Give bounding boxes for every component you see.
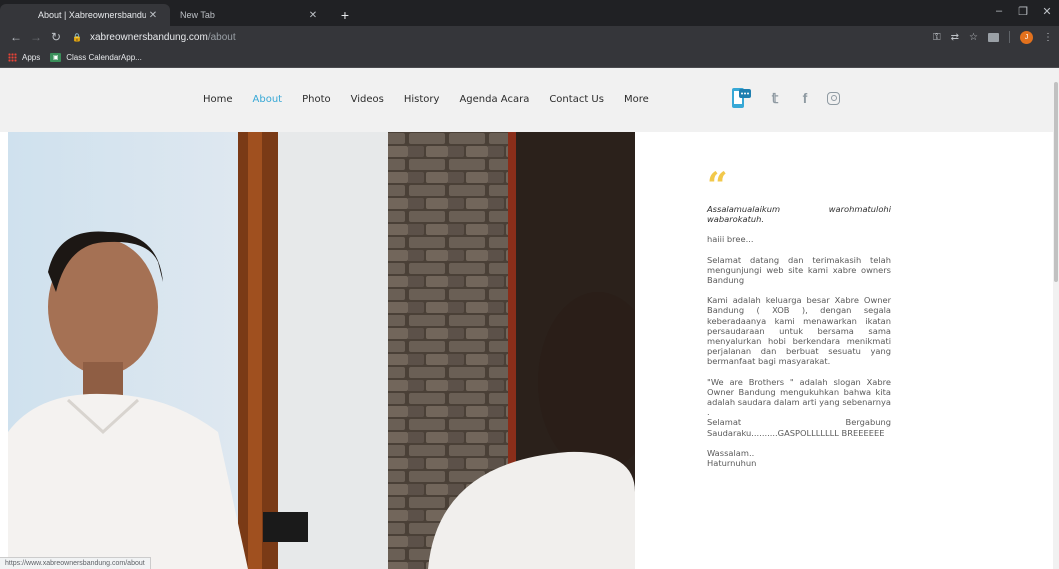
browser-tab-strip: About | Xabreownersbandung ✕ New Tab ✕ +… (0, 0, 1059, 26)
close-window-icon[interactable]: ✕ (1035, 0, 1059, 22)
bookmark-label: Apps (22, 53, 41, 62)
nav-about[interactable]: About (253, 94, 283, 105)
tab-title: About | Xabreownersbandung (38, 10, 146, 20)
twitter-icon[interactable]: 𝕥 (767, 90, 783, 107)
calendar-icon: ▣ (50, 53, 62, 62)
status-bar-url: https://www.xabreownersbandung.com/about (0, 557, 151, 569)
tab-about[interactable]: About | Xabreownersbandung ✕ (0, 4, 170, 26)
about-paragraph: "We are Brothers " adalah slogan Xabre O… (707, 377, 891, 438)
translate-icon[interactable]: ⇄ (951, 32, 959, 43)
bookmark-class-calendar[interactable]: ▣ Class CalendarApp... (50, 53, 142, 62)
scrollbar-thumb[interactable] (1054, 82, 1058, 282)
tab-title: New Tab (180, 10, 215, 20)
nav-photo[interactable]: Photo (302, 94, 331, 105)
lock-icon: 🔒 (72, 32, 82, 42)
nav-videos[interactable]: Videos (351, 94, 384, 105)
menu-icon[interactable]: ⋮ (1043, 32, 1053, 43)
back-icon[interactable]: ← (6, 30, 26, 44)
bookmarks-bar: Apps ▣ Class CalendarApp... (0, 48, 1059, 68)
address-path: /about (207, 31, 236, 43)
phone-app-icon[interactable] (729, 86, 753, 110)
address-host: xabreownersbandung.com (89, 31, 208, 43)
welcome-text: Selamat Bergabung Saudaraku..........GAS… (707, 417, 891, 438)
slogan-text: "We are Brothers " adalah slogan Xabre O… (707, 376, 891, 418)
apps-grid-icon (8, 53, 17, 62)
close-tab-icon[interactable]: ✕ (306, 10, 320, 21)
close-tab-icon[interactable]: ✕ (146, 10, 160, 21)
about-paragraph: haiii bree... (707, 234, 754, 245)
instagram-icon[interactable] (827, 91, 840, 105)
extension-icon[interactable] (988, 32, 999, 42)
page-scrollbar[interactable] (1053, 68, 1059, 569)
site-header: Home About Photo Videos History Agenda A… (0, 68, 1059, 132)
bookmark-apps[interactable]: Apps (8, 53, 40, 62)
site-navigation: Home About Photo Videos History Agenda A… (203, 94, 669, 105)
maximize-icon[interactable]: ❐ (1011, 0, 1035, 22)
hero-photo (8, 132, 635, 569)
reload-icon[interactable]: ↻ (46, 30, 66, 44)
nav-agenda-acara[interactable]: Agenda Acara (459, 94, 529, 105)
window-controls: – ❐ ✕ (987, 0, 1059, 22)
browser-toolbar: ← → ↻ 🔒 xabreownersbandung.com/about ⚿ ⇄… (0, 26, 1059, 48)
closing: Wassalam.. Haturnuhun (707, 448, 891, 468)
social-links: 𝕥 f (729, 86, 840, 110)
about-text: Assalamualaikum warohmatulohi wabarokatu… (707, 172, 891, 478)
address-bar[interactable]: 🔒 xabreownersbandung.com/about (72, 28, 933, 46)
hero-image (8, 132, 635, 569)
facebook-icon[interactable]: f (797, 90, 813, 106)
bookmark-label: Class CalendarApp... (66, 53, 142, 62)
profile-avatar[interactable]: J (1020, 30, 1033, 44)
about-paragraph: Kami adalah keluarga besar Xabre Owner B… (707, 295, 891, 367)
minimize-icon[interactable]: – (987, 0, 1011, 22)
nav-more[interactable]: More (624, 94, 649, 105)
tab-new-tab[interactable]: New Tab ✕ (170, 4, 330, 26)
forward-icon[interactable]: → (26, 30, 46, 44)
about-paragraph: Selamat datang dan terimakasih telah men… (707, 254, 891, 286)
nav-contact-us[interactable]: Contact Us (549, 94, 604, 105)
web-page: Home About Photo Videos History Agenda A… (0, 68, 1059, 569)
toolbar-divider (1009, 31, 1010, 43)
nav-history[interactable]: History (404, 94, 440, 105)
key-icon[interactable]: ⚿ (933, 32, 941, 43)
closing-line: Wassalam.. (707, 447, 755, 458)
nav-home[interactable]: Home (203, 94, 233, 105)
star-icon[interactable]: ☆ (969, 32, 978, 43)
closing-line: Haturnuhun (707, 458, 757, 469)
new-tab-button[interactable]: + (334, 4, 356, 26)
greeting: Assalamualaikum warohmatulohi wabarokatu… (707, 204, 891, 225)
